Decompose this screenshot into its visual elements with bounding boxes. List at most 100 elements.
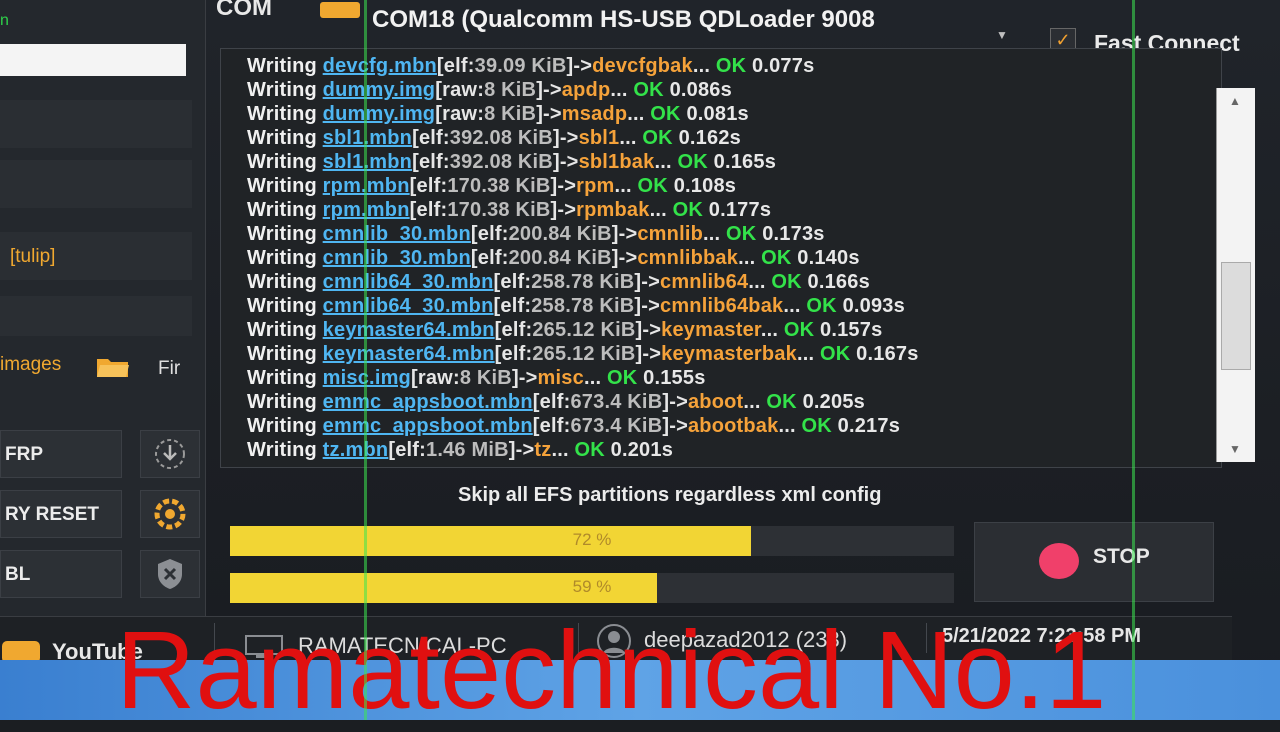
log-writing: Writing <box>247 343 317 365</box>
left-panel: n [tulip] images Fir FRP RY RESET BL <box>0 0 206 630</box>
folder-icon[interactable] <box>96 356 130 378</box>
log-file-link[interactable]: cmnlib64_30.mbn <box>323 295 494 317</box>
log-line: Writing tz.mbn[elf:1.46 MiB]->tz... OK 0… <box>247 439 674 461</box>
log-size: 8 KiB <box>484 103 537 125</box>
log-type: raw <box>442 79 478 101</box>
log-partition: devcfgbak <box>592 55 693 77</box>
log-type: elf <box>500 295 525 317</box>
factory-reset-button[interactable]: RY RESET <box>0 490 122 538</box>
log-size: 673.4 KiB <box>570 415 663 437</box>
frp-button[interactable]: FRP <box>0 430 122 478</box>
log-time: 0.173s <box>762 223 825 245</box>
log-line: Writing misc.img[raw:8 KiB]->misc... OK … <box>247 367 706 389</box>
log-time: 0.140s <box>797 247 860 269</box>
log-partition: keymasterbak <box>661 343 797 365</box>
log-ok: OK <box>677 151 708 173</box>
log-partition: apdp <box>561 79 611 101</box>
left-row <box>0 100 192 148</box>
log-ok: OK <box>783 319 815 341</box>
com-port-select[interactable]: COM18 (Qualcomm HS-USB QDLoader 9008 <box>372 6 875 34</box>
log-ok: OK <box>801 415 832 437</box>
log-size: 258.78 KiB <box>531 271 635 293</box>
log-panel[interactable]: Writing devcfg.mbn[elf:39.09 KiB]->devcf… <box>220 48 1222 468</box>
log-time: 0.108s <box>673 175 737 197</box>
log-partition: rpm <box>576 175 615 197</box>
progress-bar-2: 59 % <box>230 573 954 603</box>
log-size: 8 KiB <box>459 367 512 389</box>
scroll-thumb[interactable] <box>1221 262 1251 370</box>
log-writing: Writing <box>247 199 317 221</box>
log-size: 170.38 KiB <box>447 199 551 221</box>
log-writing: Writing <box>247 295 317 317</box>
log-file-link[interactable]: dummy.img <box>323 79 436 101</box>
log-writing: Writing <box>247 391 317 413</box>
log-partition: msadp <box>561 103 628 125</box>
log-ok: OK <box>672 199 704 221</box>
log-file-link[interactable]: cmnlib_30.mbn <box>323 223 471 245</box>
log-writing: Writing <box>247 79 317 101</box>
log-file-link[interactable]: keymaster64.mbn <box>323 343 495 365</box>
log-file-link[interactable]: emmc_appsboot.mbn <box>323 415 533 437</box>
log-ok: OK <box>606 367 638 389</box>
shield-icon[interactable] <box>140 550 200 598</box>
log-ok: OK <box>633 79 664 101</box>
log-partition: keymaster <box>661 319 761 341</box>
log-partition: abootbak <box>687 415 779 437</box>
log-type: elf <box>539 415 564 437</box>
log-partition: tz <box>534 439 552 461</box>
log-file-link[interactable]: dummy.img <box>323 103 436 125</box>
download-icon[interactable] <box>140 430 200 478</box>
log-ok: OK <box>715 55 747 77</box>
log-scrollbar[interactable]: ▲ ▼ <box>1216 88 1255 462</box>
scroll-up-icon[interactable]: ▲ <box>1223 92 1247 110</box>
log-size: 8 KiB <box>484 79 537 101</box>
log-ok: OK <box>726 223 757 245</box>
log-size: 200.84 KiB <box>508 223 612 245</box>
log-file-link[interactable]: tz.mbn <box>323 439 389 461</box>
stop-button[interactable]: STOP <box>974 522 1214 602</box>
log-time: 0.157s <box>820 319 883 341</box>
log-line: Writing keymaster64.mbn[elf:265.12 KiB]-… <box>247 319 883 341</box>
gear-icon[interactable] <box>140 490 200 538</box>
log-ok: OK <box>637 175 668 197</box>
stop-icon <box>1039 543 1079 579</box>
log-file-link[interactable]: keymaster64.mbn <box>323 319 495 341</box>
log-time: 0.165s <box>713 151 777 173</box>
log-line: Writing dummy.img[raw:8 KiB]->msadp... O… <box>247 103 749 125</box>
log-file-link[interactable]: emmc_appsboot.mbn <box>323 391 533 413</box>
log-time: 0.155s <box>643 367 706 389</box>
log-partition: cmnlib64 <box>660 271 749 293</box>
log-file-link[interactable]: devcfg.mbn <box>323 55 437 77</box>
log-file-link[interactable]: cmnlib64_30.mbn <box>323 271 494 293</box>
log-writing: Writing <box>247 271 317 293</box>
bl-button[interactable]: BL <box>0 550 122 598</box>
log-writing: Writing <box>247 247 317 269</box>
log-time: 0.077s <box>752 55 815 77</box>
log-partition: sbl1 <box>578 127 620 149</box>
log-file-link[interactable]: sbl1.mbn <box>323 151 412 173</box>
log-type: elf <box>416 175 441 197</box>
log-type: elf <box>501 319 526 341</box>
log-time: 0.217s <box>837 415 901 437</box>
chevron-down-icon[interactable]: ▼ <box>996 28 1008 42</box>
log-writing: Writing <box>247 175 317 197</box>
images-path[interactable]: images <box>0 354 61 376</box>
log-time: 0.081s <box>686 103 749 125</box>
screen-artifact-line <box>1132 0 1135 720</box>
log-file-link[interactable]: sbl1.mbn <box>323 127 412 149</box>
scroll-down-icon[interactable]: ▼ <box>1223 440 1247 458</box>
log-line: Writing keymaster64.mbn[elf:265.12 KiB]-… <box>247 343 919 365</box>
log-type: raw <box>442 103 478 125</box>
log-writing: Writing <box>247 151 317 173</box>
log-file-link[interactable]: cmnlib_30.mbn <box>323 247 471 269</box>
log-size: 392.08 KiB <box>449 127 553 149</box>
left-text-field[interactable] <box>0 44 186 76</box>
log-writing: Writing <box>247 367 317 389</box>
log-size: 392.08 KiB <box>449 151 553 173</box>
progress-bar-1: 72 % <box>230 526 954 556</box>
log-line: Writing sbl1.mbn[elf:392.08 KiB]->sbl1ba… <box>247 151 777 173</box>
log-time: 0.086s <box>669 79 732 101</box>
log-type: elf <box>418 151 443 173</box>
log-time: 0.093s <box>842 295 905 317</box>
log-time: 0.162s <box>678 127 741 149</box>
